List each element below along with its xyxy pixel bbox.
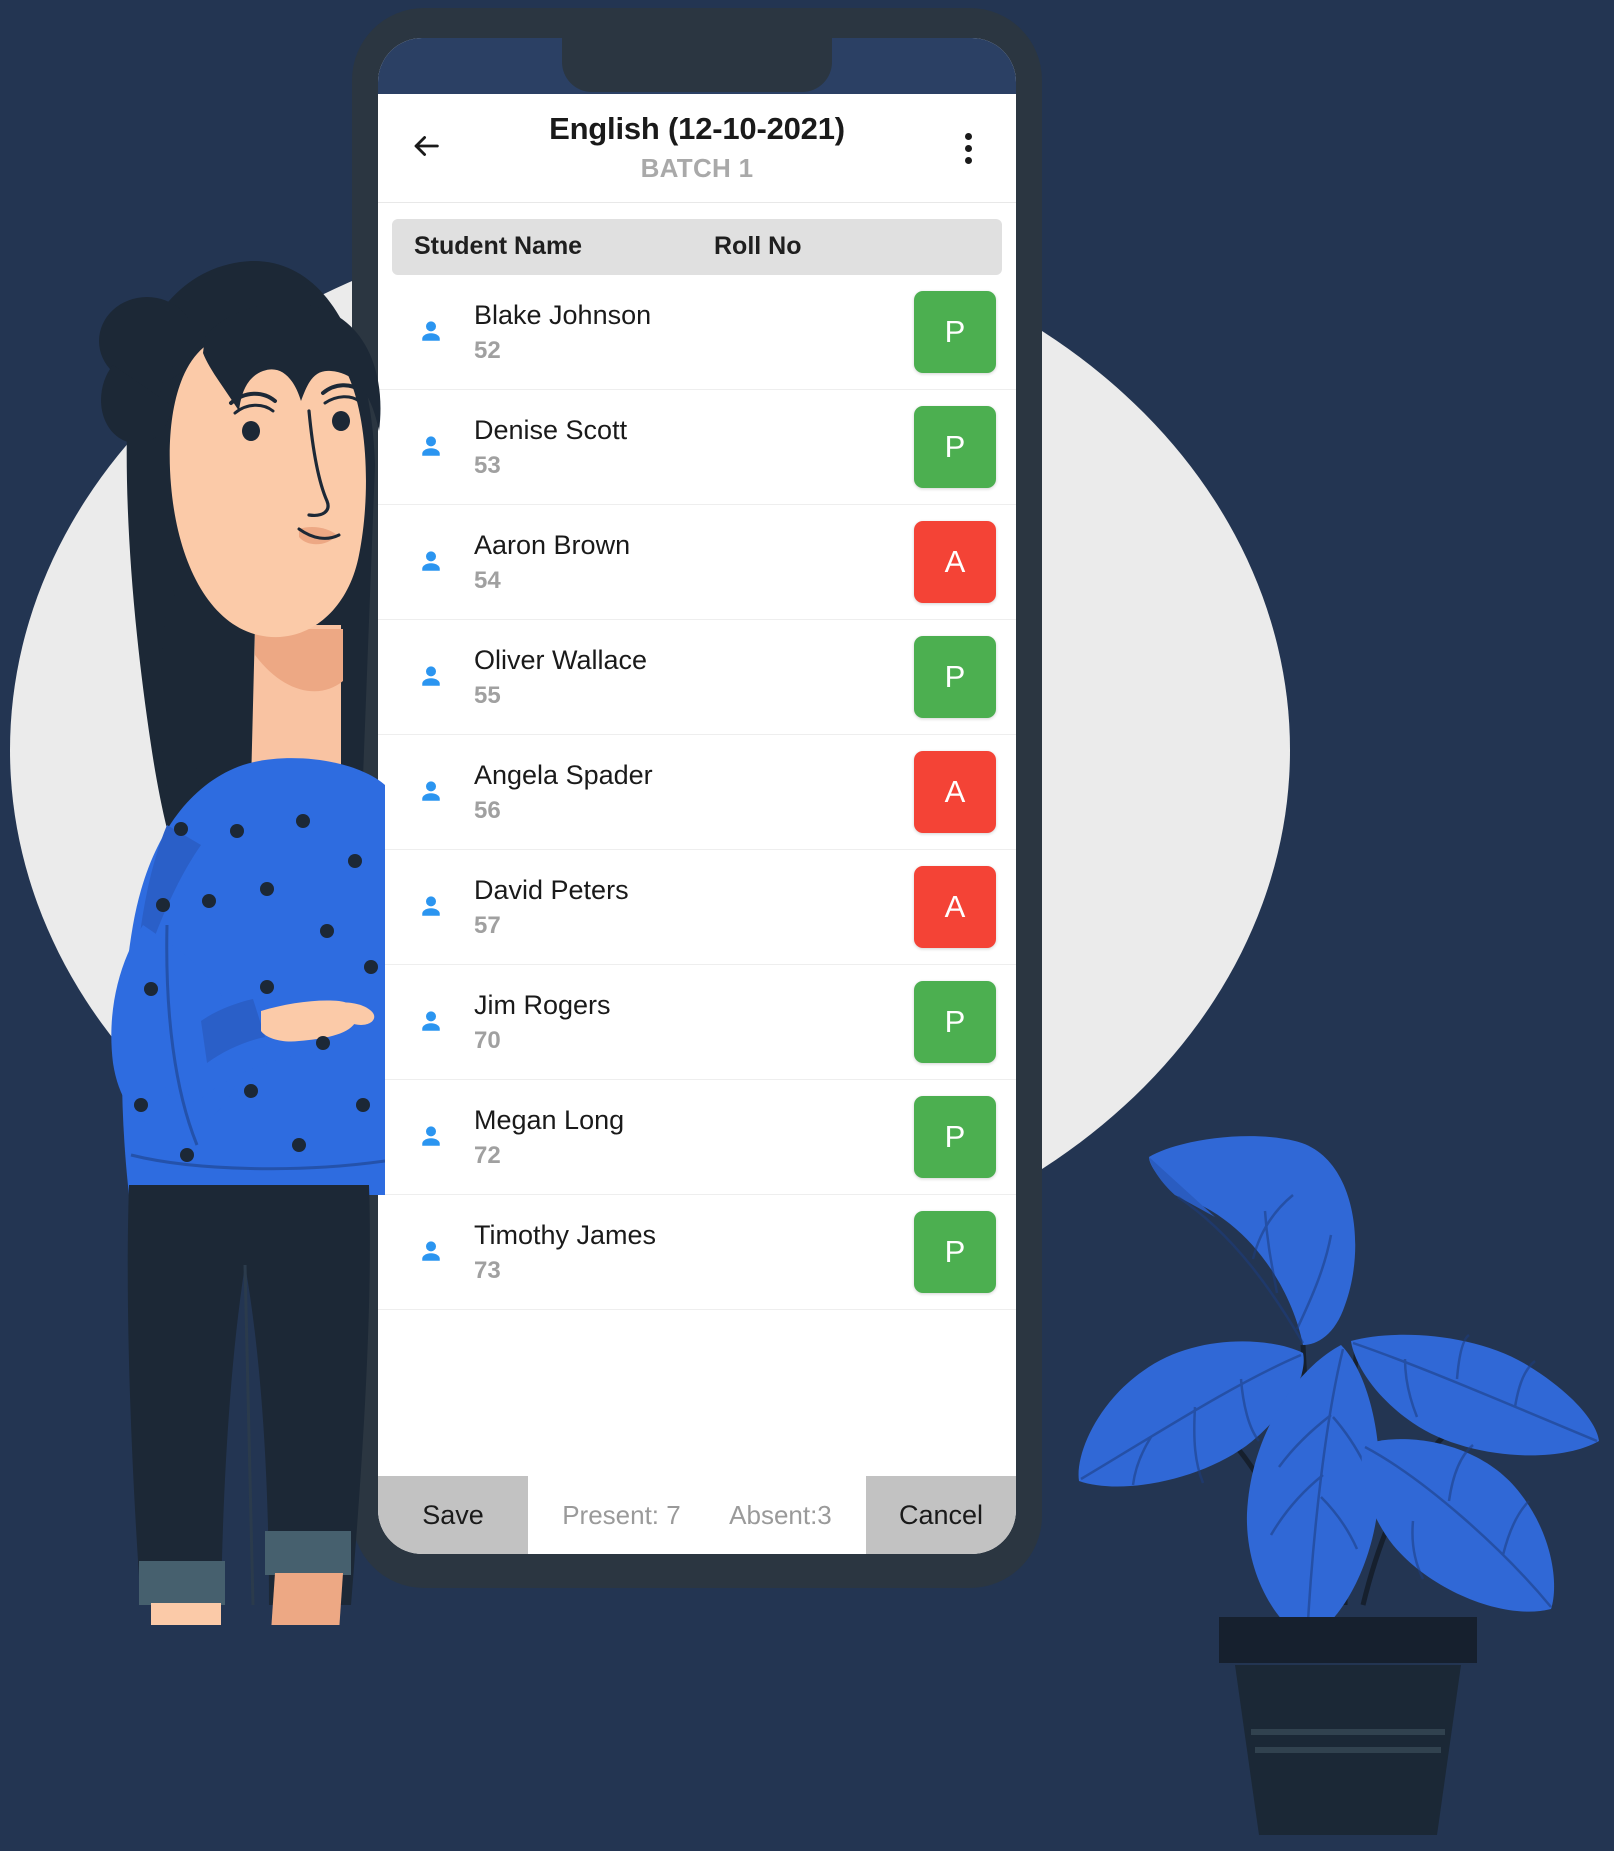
more-vertical-icon [964,132,972,164]
app-bar-titles: English (12-10-2021) BATCH 1 [452,108,942,184]
student-name: Denise Scott [474,414,628,445]
student-info: Oliver Wallace 55 [460,644,914,710]
attendance-toggle-present[interactable]: P [914,980,996,1063]
student-info: Timothy James 73 [460,1219,914,1285]
present-count: Present: 7 [562,1499,681,1530]
student-roll-no: 54 [474,566,501,594]
attendance-toggle-absent[interactable]: A [914,865,996,948]
student-roll-no: 52 [474,336,501,364]
student-info: David Peters 57 [460,874,914,940]
attendance-toggle-present[interactable]: P [914,290,996,373]
student-info: Blake Johnson 52 [460,299,914,365]
student-roll-no: 72 [474,1141,501,1169]
student-name: David Peters [474,874,629,905]
student-name: Timothy James [474,1219,657,1250]
attendance-toggle-absent[interactable]: A [914,520,996,603]
student-name: Aaron Brown [474,529,631,560]
absent-count: Absent:3 [729,1499,832,1530]
phone-notch [562,38,832,92]
plant-illustration [1045,1045,1605,1835]
app-bar: English (12-10-2021) BATCH 1 [378,94,1016,203]
student-info: Denise Scott 53 [460,414,914,480]
back-button[interactable] [400,122,452,174]
page-subtitle: BATCH 1 [640,152,754,183]
student-name: Megan Long [474,1104,625,1135]
cancel-button[interactable]: Cancel [866,1476,1016,1554]
attendance-toggle-present[interactable]: P [914,405,996,488]
attendance-toggle-absent[interactable]: A [914,750,996,833]
page-title: English (12-10-2021) [549,111,845,146]
attendance-summary: Present: 7 Absent:3 [528,1476,866,1554]
table-header: Student Name Roll No [392,218,1002,275]
overflow-menu-button[interactable] [942,122,994,174]
student-info: Angela Spader 56 [460,759,914,825]
student-info: Megan Long 72 [460,1104,914,1170]
student-roll-no: 70 [474,1026,501,1054]
column-header-roll-no: Roll No [714,232,802,261]
student-name: Jim Rogers [474,989,611,1020]
woman-illustration [55,225,475,1625]
student-roll-no: 73 [474,1256,501,1284]
student-info: Jim Rogers 70 [460,989,914,1055]
arrow-left-icon [409,129,443,168]
student-name: Angela Spader [474,759,653,790]
attendance-toggle-present[interactable]: P [914,1095,996,1178]
student-roll-no: 55 [474,681,501,709]
student-name: Oliver Wallace [474,644,648,675]
student-roll-no: 57 [474,911,501,939]
student-roll-no: 56 [474,796,501,824]
attendance-toggle-present[interactable]: P [914,1210,996,1293]
student-name: Blake Johnson [474,299,652,330]
attendance-toggle-present[interactable]: P [914,635,996,718]
student-info: Aaron Brown 54 [460,529,914,595]
student-roll-no: 53 [474,451,501,479]
